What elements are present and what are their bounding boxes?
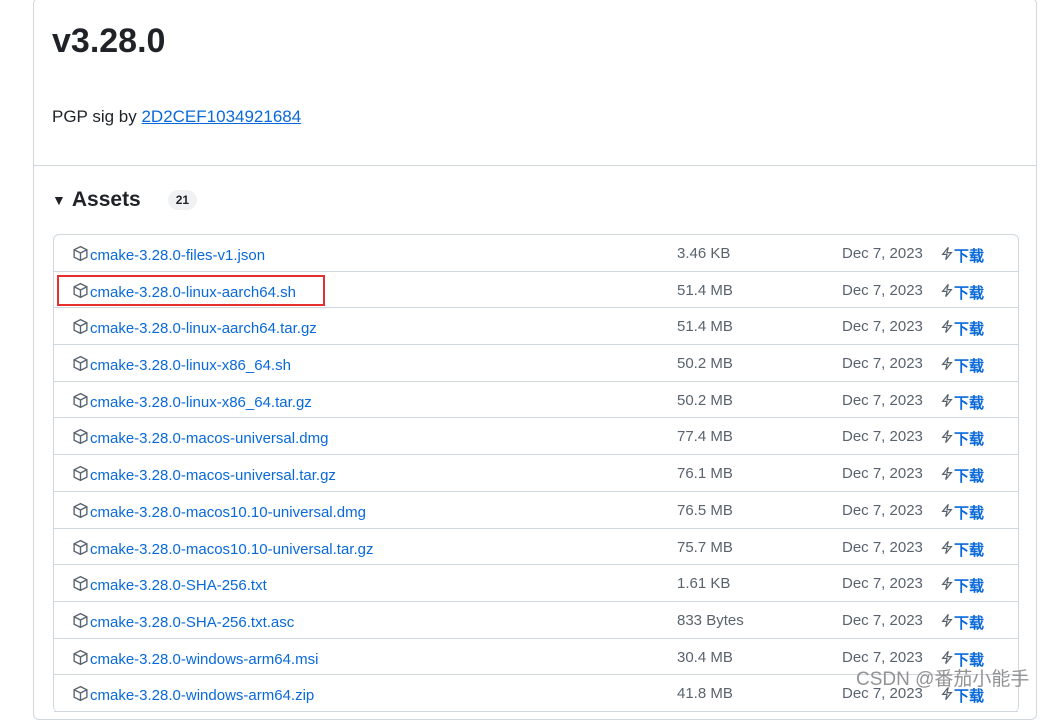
package-icon [72, 612, 90, 633]
asset-date: Dec 7, 2023 [842, 538, 923, 556]
asset-row: cmake-3.28.0-linux-x86_64.tar.gz 50.2 MB… [54, 382, 1018, 419]
package-icon [72, 392, 90, 413]
zap-icon [940, 319, 954, 338]
divider [34, 165, 1036, 166]
asset-row: cmake-3.28.0-linux-aarch64.tar.gz 51.4 M… [54, 308, 1018, 346]
package-icon [72, 502, 90, 523]
zap-icon [940, 540, 954, 559]
asset-link[interactable]: cmake-3.28.0-linux-x86_64.tar.gz [72, 392, 312, 413]
package-icon [72, 539, 90, 560]
asset-size: 41.8 MB [677, 685, 733, 703]
asset-size: 75.7 MB [677, 538, 733, 556]
asset-size: 3.46 KB [677, 245, 731, 262]
zap-icon [940, 393, 954, 412]
asset-size: 1.61 KB [677, 575, 731, 593]
download-link[interactable]: 下载 [940, 575, 984, 596]
download-link[interactable]: 下载 [940, 245, 984, 266]
asset-link[interactable]: cmake-3.28.0-macos10.10-universal.dmg [72, 502, 366, 523]
asset-size: 76.5 MB [677, 501, 733, 519]
package-icon [72, 575, 90, 596]
asset-row: cmake-3.28.0-SHA-256.txt.asc 833 Bytes D… [54, 602, 1018, 639]
asset-size: 50.2 MB [677, 355, 733, 373]
package-icon [72, 685, 90, 706]
asset-size: 77.4 MB [677, 428, 733, 446]
asset-date: Dec 7, 2023 [842, 355, 923, 373]
asset-date: Dec 7, 2023 [842, 648, 923, 666]
release-title: v3.28.0 [52, 22, 166, 60]
asset-link[interactable]: cmake-3.28.0-linux-x86_64.sh [72, 355, 291, 376]
asset-date: Dec 7, 2023 [842, 501, 923, 519]
zap-icon [940, 613, 954, 632]
asset-date: Dec 7, 2023 [842, 611, 923, 629]
download-link[interactable]: 下载 [940, 318, 984, 339]
asset-size: 51.4 MB [677, 281, 733, 299]
asset-link[interactable]: cmake-3.28.0-files-v1.json [72, 245, 265, 266]
asset-date: Dec 7, 2023 [842, 281, 923, 299]
highlight-box [57, 275, 325, 306]
download-link[interactable]: 下载 [940, 502, 984, 523]
asset-date: Dec 7, 2023 [842, 465, 923, 483]
download-link[interactable]: 下载 [940, 428, 984, 449]
download-link[interactable]: 下载 [940, 282, 984, 303]
download-link[interactable]: 下载 [940, 612, 984, 633]
zap-icon [940, 246, 954, 265]
asset-date: Dec 7, 2023 [842, 428, 923, 446]
asset-row: cmake-3.28.0-macos10.10-universal.dmg 76… [54, 492, 1018, 529]
zap-icon [940, 466, 954, 485]
asset-row: cmake-3.28.0-macos-universal.dmg 77.4 MB… [54, 418, 1018, 456]
asset-row: cmake-3.28.0-linux-x86_64.sh 50.2 MB Dec… [54, 345, 1018, 382]
asset-row: cmake-3.28.0-files-v1.json 3.46 KB Dec 7… [54, 235, 1018, 272]
asset-row: cmake-3.28.0-SHA-256.txt 1.61 KB Dec 7, … [54, 565, 1018, 602]
asset-size: 76.1 MB [677, 465, 733, 483]
asset-link[interactable]: cmake-3.28.0-windows-arm64.msi [72, 649, 318, 670]
package-icon [72, 355, 90, 376]
watermark: CSDN @番茄小能手 [856, 669, 1030, 690]
asset-link[interactable]: cmake-3.28.0-macos-universal.dmg [72, 428, 328, 449]
package-icon [72, 245, 90, 266]
package-icon [72, 649, 90, 670]
download-link[interactable]: 下载 [940, 539, 984, 560]
zap-icon [940, 429, 954, 448]
download-link[interactable]: 下载 [940, 355, 984, 376]
asset-size: 30.4 MB [677, 648, 733, 666]
asset-link[interactable]: cmake-3.28.0-SHA-256.txt [72, 575, 267, 596]
assets-toggle[interactable]: ▼ Assets 21 [52, 188, 198, 212]
asset-row: cmake-3.28.0-macos10.10-universal.tar.gz… [54, 529, 1018, 566]
asset-date: Dec 7, 2023 [842, 575, 923, 593]
zap-icon [940, 576, 954, 595]
asset-date: Dec 7, 2023 [842, 391, 923, 409]
package-icon [72, 318, 90, 339]
pgp-signature: PGP sig by 2D2CEF1034921684 [52, 107, 302, 126]
asset-link[interactable]: cmake-3.28.0-linux-aarch64.tar.gz [72, 318, 317, 339]
asset-size: 50.2 MB [677, 391, 733, 409]
zap-icon [940, 283, 954, 302]
asset-link[interactable]: cmake-3.28.0-SHA-256.txt.asc [72, 612, 294, 633]
asset-date: Dec 7, 2023 [842, 245, 923, 262]
zap-icon [940, 356, 954, 375]
asset-link[interactable]: cmake-3.28.0-windows-arm64.zip [72, 685, 314, 706]
asset-link[interactable]: cmake-3.28.0-macos-universal.tar.gz [72, 465, 336, 486]
asset-size: 833 Bytes [677, 611, 744, 629]
asset-row: cmake-3.28.0-macos-universal.tar.gz 76.1… [54, 455, 1018, 492]
assets-count-badge: 21 [167, 190, 198, 210]
caret-down-icon: ▼ [52, 192, 66, 208]
asset-date: Dec 7, 2023 [842, 318, 923, 336]
asset-size: 51.4 MB [677, 318, 733, 336]
download-link[interactable]: 下载 [940, 392, 984, 413]
package-icon [72, 428, 90, 449]
asset-link[interactable]: cmake-3.28.0-macos10.10-universal.tar.gz [72, 539, 373, 560]
pgp-key-link[interactable]: 2D2CEF1034921684 [141, 107, 301, 126]
zap-icon [940, 503, 954, 522]
download-link[interactable]: 下载 [940, 465, 984, 486]
package-icon [72, 465, 90, 486]
